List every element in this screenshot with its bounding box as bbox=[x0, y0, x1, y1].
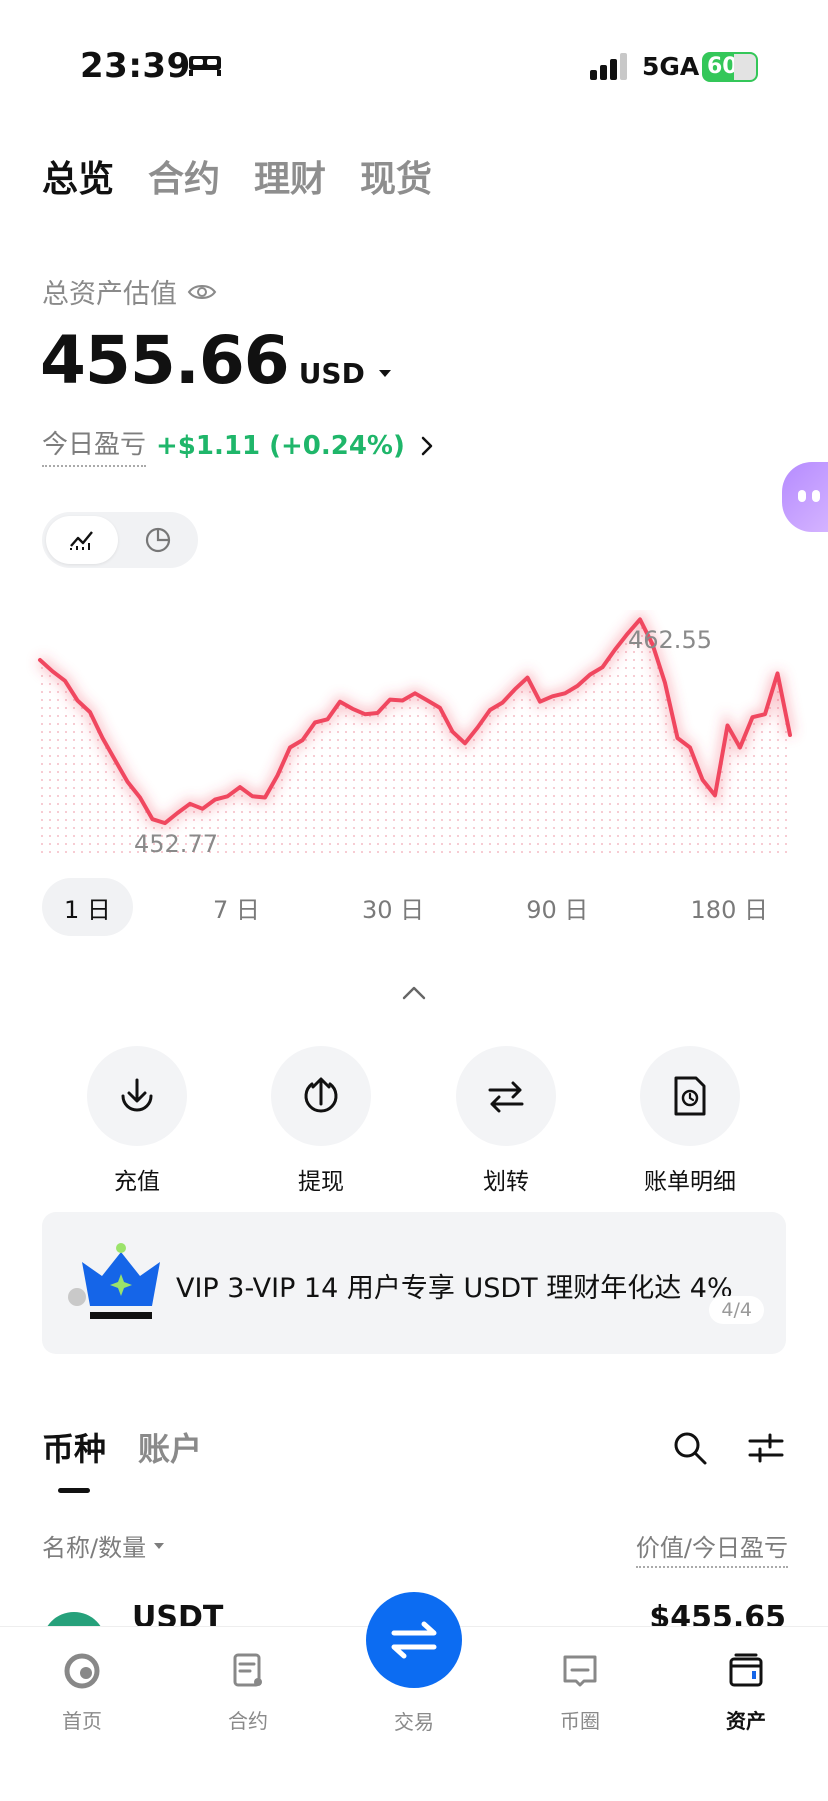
asset-value-row: 455.66 USD bbox=[40, 322, 391, 399]
nav-contract-label: 合约 bbox=[228, 1709, 268, 1733]
battery-indicator: 60 bbox=[702, 52, 758, 82]
line-chart-icon bbox=[70, 531, 93, 550]
tab-overview[interactable]: 总览 bbox=[42, 150, 114, 202]
bubble-eye-left bbox=[798, 490, 806, 502]
download-icon bbox=[121, 1078, 153, 1112]
nav-assets[interactable]: 资产 bbox=[686, 1651, 806, 1734]
status-time: 23:39 bbox=[80, 46, 191, 86]
pnl-label: 今日盈亏 bbox=[42, 424, 147, 467]
active-tab-underline bbox=[58, 1488, 90, 1493]
promo-banner[interactable]: VIP 3-VIP 14 用户专享 USDT 理财年化达 4% 4/4 bbox=[42, 1212, 786, 1354]
top-tabs: 总览 合约 理财 现货 bbox=[42, 150, 432, 202]
asset-list-tabs: 币种 账户 bbox=[42, 1424, 202, 1470]
nav-feed-label: 币圈 bbox=[560, 1709, 600, 1733]
withdraw-icon-circle bbox=[271, 1046, 371, 1146]
nav-feed[interactable]: 币圈 bbox=[520, 1651, 640, 1734]
pnl-value: +$1.11 (+0.24%) bbox=[156, 430, 405, 461]
deposit-icon-circle bbox=[87, 1046, 187, 1146]
withdraw-label: 提现 bbox=[298, 1169, 344, 1195]
sleep-mode-icon bbox=[189, 56, 221, 76]
asset-title-row: 总资产估值 bbox=[42, 272, 217, 311]
pie-chart-toggle[interactable] bbox=[122, 516, 194, 564]
withdraw-button[interactable]: 提现 bbox=[246, 1046, 396, 1196]
vip-crown-icon bbox=[82, 1243, 160, 1319]
upload-icon bbox=[304, 1077, 338, 1113]
chevron-right-icon bbox=[421, 436, 433, 455]
deposit-button[interactable]: 充值 bbox=[62, 1046, 212, 1196]
contract-document-icon bbox=[233, 1653, 262, 1687]
range-tab-180d[interactable]: 180 日 bbox=[669, 878, 790, 936]
transfer-button[interactable]: 划转 bbox=[431, 1046, 581, 1196]
filter-sliders-icon[interactable] bbox=[748, 1432, 784, 1464]
line-chart-toggle[interactable] bbox=[46, 516, 118, 564]
pnl-row[interactable]: 今日盈亏 +$1.11 (+0.24%) bbox=[42, 424, 435, 467]
tab-accounts[interactable]: 账户 bbox=[138, 1424, 202, 1470]
asset-title: 总资产估值 bbox=[42, 279, 177, 310]
status-bar: 23:39 5GA 60 bbox=[0, 0, 828, 120]
sort-name-quantity[interactable]: 名称/数量 bbox=[42, 1528, 165, 1563]
range-tab-30d[interactable]: 30 日 bbox=[340, 878, 446, 936]
wallet-icon bbox=[729, 1653, 763, 1687]
range-tab-1d[interactable]: 1 日 bbox=[42, 878, 133, 936]
nav-trade-label[interactable]: 交易 bbox=[354, 1706, 474, 1735]
cellular-signal-icon bbox=[590, 53, 627, 80]
caret-down-icon[interactable] bbox=[378, 370, 391, 377]
nav-home-label: 首页 bbox=[62, 1709, 102, 1733]
statement-icon-circle bbox=[640, 1046, 740, 1146]
network-type: 5GA bbox=[642, 52, 700, 81]
tab-coins[interactable]: 币种 bbox=[42, 1424, 106, 1470]
charging-bolt-icon bbox=[734, 54, 756, 80]
sort-caret-icon bbox=[154, 1542, 165, 1549]
bill-document-icon bbox=[674, 1076, 706, 1116]
currency-selector[interactable]: USD bbox=[299, 357, 365, 390]
home-icon bbox=[64, 1653, 100, 1689]
time-range-tabs: 1 日 7 日 30 日 90 日 180 日 bbox=[42, 878, 790, 936]
nav-contract[interactable]: 合约 bbox=[188, 1651, 308, 1734]
chart-high-label: 462.55 bbox=[628, 626, 712, 654]
chart-type-toggle bbox=[42, 512, 198, 568]
trade-swap-icon bbox=[391, 1621, 437, 1659]
range-tab-7d[interactable]: 7 日 bbox=[191, 878, 282, 936]
banner-pager: 4/4 bbox=[709, 1296, 764, 1324]
bubble-eye-right bbox=[812, 490, 820, 502]
list-header-left-label: 名称/数量 bbox=[42, 1534, 147, 1562]
tab-contract[interactable]: 合约 bbox=[148, 150, 220, 202]
range-tab-90d[interactable]: 90 日 bbox=[504, 878, 610, 936]
transfer-icon-circle bbox=[456, 1046, 556, 1146]
assistant-bubble[interactable] bbox=[782, 462, 828, 532]
nav-home[interactable]: 首页 bbox=[22, 1651, 142, 1734]
statement-button[interactable]: 账单明细 bbox=[615, 1046, 765, 1196]
feed-chat-icon bbox=[563, 1655, 597, 1687]
banner-text: VIP 3-VIP 14 用户专享 USDT 理财年化达 4% bbox=[176, 1273, 733, 1304]
list-header-right-label[interactable]: 价值/今日盈亏 bbox=[635, 1528, 788, 1568]
tab-spot[interactable]: 现货 bbox=[360, 150, 432, 202]
deposit-label: 充值 bbox=[114, 1169, 160, 1195]
tab-earn[interactable]: 理财 bbox=[254, 150, 326, 202]
chevron-up-icon[interactable] bbox=[400, 984, 428, 1002]
nav-assets-label: 资产 bbox=[726, 1709, 766, 1733]
search-icon[interactable] bbox=[672, 1430, 708, 1466]
eye-icon[interactable] bbox=[187, 282, 217, 302]
transfer-label: 划转 bbox=[483, 1169, 529, 1195]
trade-button[interactable] bbox=[366, 1592, 462, 1688]
transfer-arrows-icon bbox=[488, 1081, 524, 1113]
pie-chart-icon bbox=[145, 527, 171, 553]
statement-label: 账单明细 bbox=[644, 1169, 736, 1195]
chart-low-label: 452.77 bbox=[134, 830, 218, 858]
total-asset-value: 455.66 bbox=[40, 322, 290, 399]
